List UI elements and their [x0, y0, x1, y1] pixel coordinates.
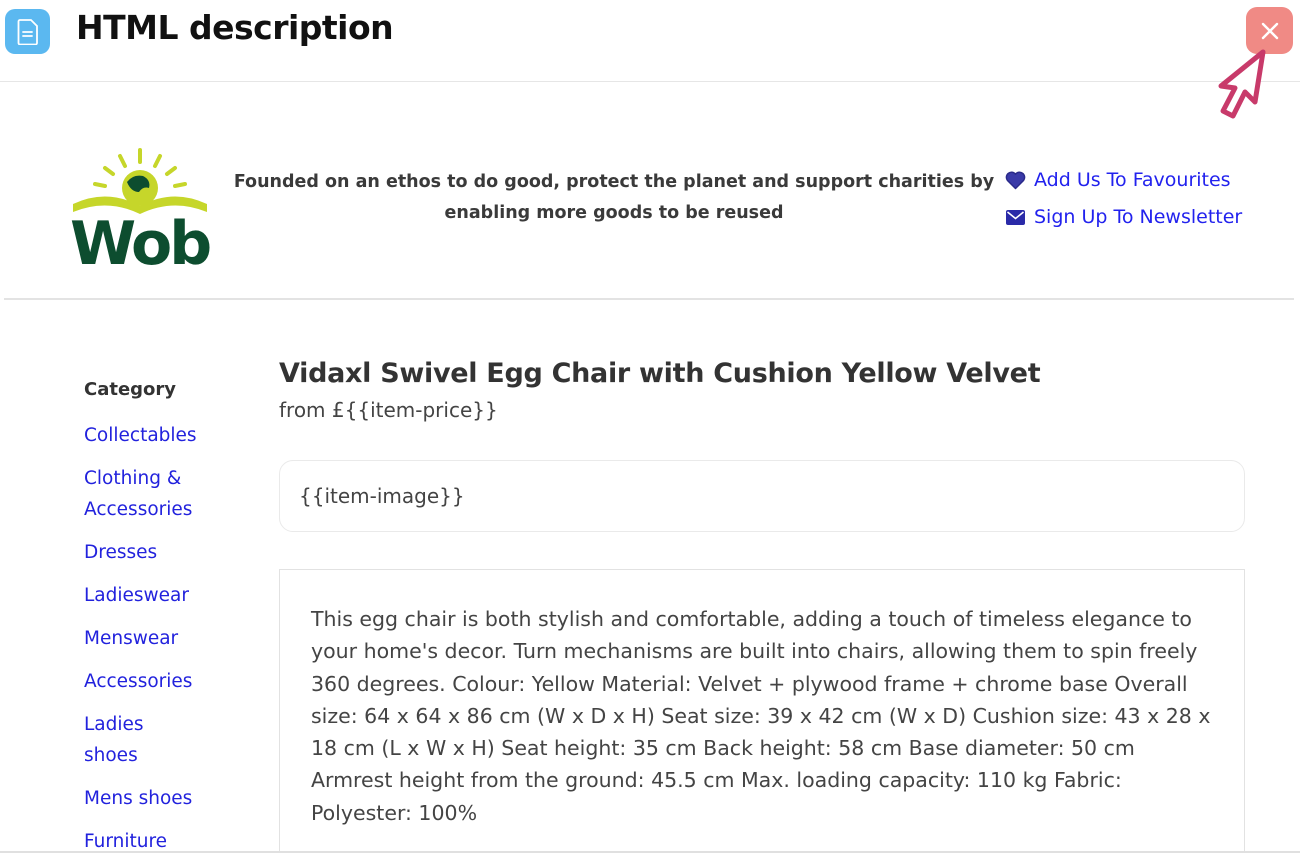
category-link-accessories[interactable]: Accessories — [84, 666, 244, 697]
product-description-box: This egg chair is both stylish and comfo… — [279, 569, 1245, 853]
site-tagline: Founded on an ethos to do good, protect … — [233, 172, 995, 223]
category-link-clothing-accessories[interactable]: Clothing & Accessories — [84, 463, 244, 525]
category-link-ladies-shoes[interactable]: Ladies shoes — [84, 709, 154, 771]
category-link-mens-shoes[interactable]: Mens shoes — [84, 783, 244, 814]
product-title: Vidaxl Swivel Egg Chair with Cushion Yel… — [279, 358, 1041, 389]
svg-text:Wob: Wob — [70, 209, 210, 268]
product-image-placeholder: {{item-image}} — [279, 460, 1245, 532]
category-heading: Category — [84, 379, 177, 400]
product-image-text: {{item-image}} — [299, 484, 465, 508]
modal-header: HTML description — [0, 0, 1300, 82]
category-link-ladieswear[interactable]: Ladieswear — [84, 580, 244, 611]
category-link-menswear[interactable]: Menswear — [84, 623, 244, 654]
envelope-icon — [1006, 209, 1025, 225]
close-icon — [1261, 22, 1278, 39]
modal-title: HTML description — [76, 8, 394, 47]
close-button[interactable] — [1246, 7, 1293, 54]
product-description: This egg chair is both stylish and comfo… — [311, 607, 1211, 825]
add-to-favourites-label: Add Us To Favourites — [1034, 169, 1231, 191]
category-sidebar: Category Collectables Clothing & Accesso… — [84, 379, 244, 853]
site-header: Wob Founded on an ethos to do good, prot… — [4, 83, 1294, 300]
category-link-dresses[interactable]: Dresses — [84, 537, 244, 568]
document-icon — [5, 9, 50, 54]
newsletter-signup-link[interactable]: Sign Up To Newsletter — [1005, 206, 1242, 228]
heart-icon — [1005, 171, 1026, 189]
add-to-favourites-link[interactable]: Add Us To Favourites — [1005, 169, 1231, 191]
product-price: from £{{item-price}} — [279, 398, 498, 422]
category-link-furniture[interactable]: Furniture — [84, 826, 244, 853]
product-content: Vidaxl Swivel Egg Chair with Cushion Yel… — [279, 356, 1245, 853]
wob-logo[interactable]: Wob — [67, 146, 212, 268]
newsletter-signup-label: Sign Up To Newsletter — [1034, 206, 1243, 228]
category-link-collectables[interactable]: Collectables — [84, 420, 244, 451]
